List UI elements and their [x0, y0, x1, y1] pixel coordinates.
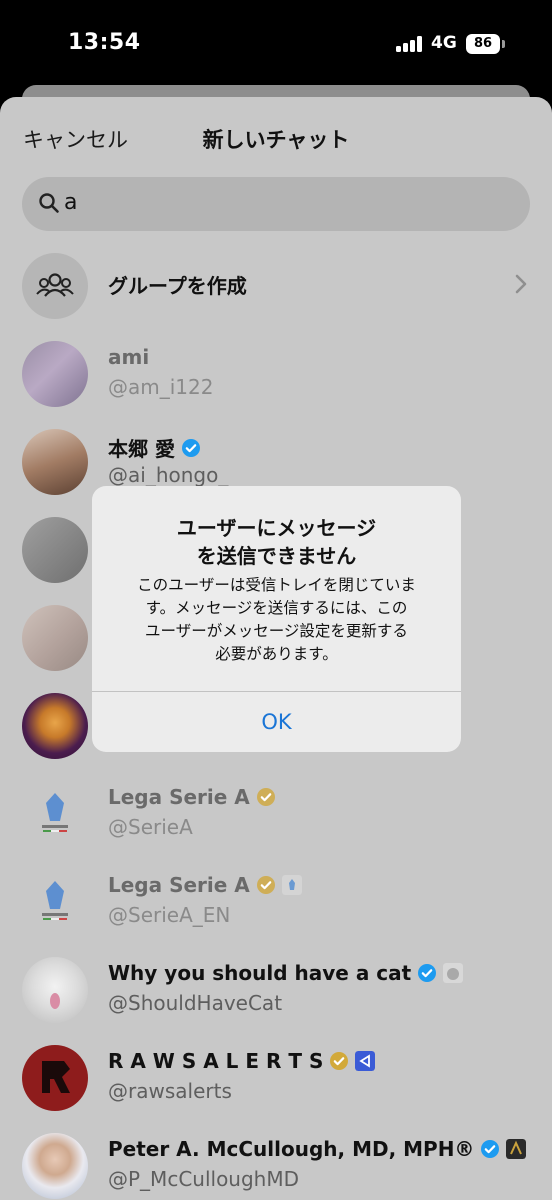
verified-gold-icon — [330, 1052, 349, 1070]
network-type: 4G — [431, 33, 457, 53]
verified-gold-icon — [256, 876, 275, 894]
serie-a-logo — [22, 869, 88, 935]
user-row[interactable]: R A W S A L E R T S @rawsalerts — [0, 1035, 552, 1123]
affiliate-badge-icon — [355, 1051, 376, 1071]
user-avatar — [22, 429, 88, 495]
user-row[interactable]: ami @am_i122 — [0, 331, 552, 419]
user-name: ami — [108, 345, 150, 369]
user-avatar — [22, 605, 88, 671]
search-icon — [39, 193, 59, 213]
user-row[interactable]: Lega Serie A @SerieA — [0, 771, 552, 859]
user-name: Peter A. McCullough, MD, MPH® — [108, 1137, 475, 1161]
serie-a-logo-icon — [42, 881, 68, 920]
status-bar: 13:54 4G 86 — [0, 0, 552, 92]
user-row[interactable]: Lega Serie A @SerieA_EN — [0, 859, 552, 947]
user-avatar — [22, 693, 88, 759]
alert-title: ユーザーにメッセージ を送信できません — [106, 514, 447, 570]
alert-title-line: ユーザーにメッセージ — [176, 516, 377, 540]
battery-tip — [502, 40, 505, 48]
affiliate-badge-icon — [506, 1139, 527, 1159]
verified-blue-icon — [418, 964, 437, 982]
serie-a-logo — [22, 781, 88, 847]
user-avatar — [22, 957, 88, 1023]
user-name: Lega Serie A — [108, 873, 250, 897]
verified-blue-icon — [481, 1140, 500, 1158]
alert-message: このユーザーは受信トレイを閉じていま す。メッセージを送信するには、この ユーザ… — [110, 574, 443, 666]
ok-button[interactable]: OK — [92, 692, 461, 752]
user-avatar — [22, 1133, 88, 1199]
alert-title-line: を送信できません — [196, 544, 357, 568]
create-group-label: グループを作成 — [108, 274, 247, 298]
alert-message-line: ユーザーがメッセージ設定を更新する — [145, 622, 408, 640]
rawsalerts-logo-icon — [42, 1061, 70, 1093]
search-input[interactable]: a — [22, 177, 530, 231]
affiliate-badge-icon — [281, 875, 302, 895]
group-avatar — [22, 253, 88, 319]
cat-photo — [50, 993, 60, 1009]
sheet-title: 新しいチャット — [202, 128, 350, 152]
group-icon — [36, 273, 74, 297]
user-name: R A W S A L E R T S — [108, 1049, 324, 1073]
user-handle: @SerieA — [108, 815, 193, 839]
user-row[interactable]: Peter A. McCullough, MD, MPH® @P_McCullo… — [0, 1123, 552, 1200]
search-value: a — [64, 190, 78, 215]
create-group-row[interactable]: グループを作成 — [0, 243, 552, 331]
user-avatar — [22, 341, 88, 407]
signal-icon — [396, 36, 423, 52]
alert-message-line: 必要があります。 — [215, 645, 338, 663]
chevron-right-icon — [515, 274, 527, 294]
alert-message-line: す。メッセージを送信するには、この — [145, 599, 408, 617]
verified-gold-icon — [256, 788, 275, 806]
user-avatar — [22, 517, 88, 583]
serie-a-logo-icon — [42, 793, 68, 832]
affiliate-badge-icon — [443, 963, 464, 983]
user-handle: @SerieA_EN — [108, 903, 231, 927]
user-handle: @ai_hongo_ — [108, 463, 229, 487]
user-handle: @ShouldHaveCat — [108, 991, 283, 1015]
user-handle: @am_i122 — [108, 375, 214, 399]
verified-blue-icon — [181, 438, 200, 457]
user-name: 本郷 愛 — [108, 437, 175, 461]
user-name: Lega Serie A — [108, 785, 250, 809]
battery-icon: 86 — [466, 34, 500, 54]
status-time: 13:54 — [68, 30, 141, 55]
alert-message-line: このユーザーは受信トレイを閉じていま — [137, 576, 416, 594]
alert-dialog: ユーザーにメッセージ を送信できません このユーザーは受信トレイを閉じていま す… — [92, 486, 461, 752]
user-row[interactable]: Why you should have a cat @ShouldHaveCat — [0, 947, 552, 1035]
user-handle: @P_McCulloughMD — [108, 1167, 300, 1191]
user-name: Why you should have a cat — [108, 961, 412, 985]
user-handle: @rawsalerts — [108, 1079, 232, 1103]
user-avatar — [22, 1045, 88, 1111]
